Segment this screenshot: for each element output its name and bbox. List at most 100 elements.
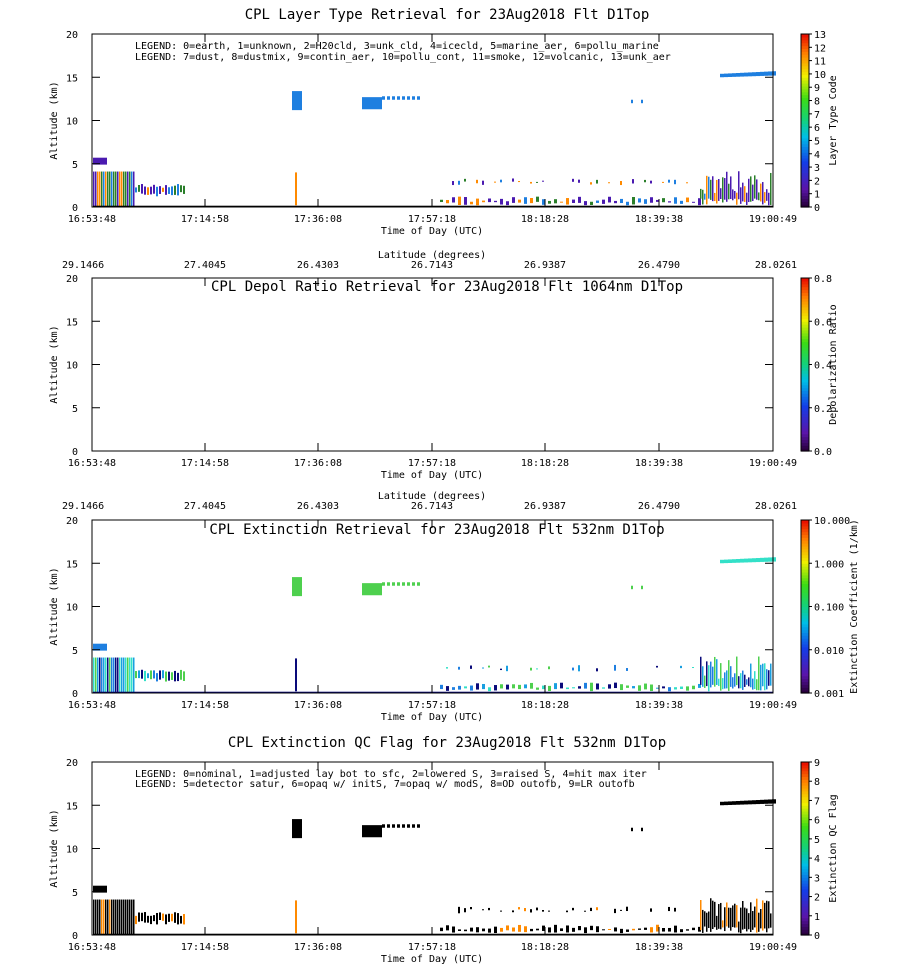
aerosol-patch	[650, 180, 652, 184]
aerosol-patch	[674, 687, 677, 690]
aerosol-patch	[578, 686, 581, 689]
aerosol-patch	[452, 197, 455, 203]
high-cloud-fragment	[397, 96, 400, 100]
aerosol-column	[754, 671, 756, 690]
aerosol-patch	[572, 687, 575, 689]
colorbar-label: Extinction Coefficient (1/km)	[849, 519, 860, 694]
colorbar-tick-label: 9	[814, 83, 820, 94]
aerosol-patch	[530, 928, 533, 932]
aerosol-patch	[482, 683, 485, 690]
cirrus	[740, 558, 744, 563]
cirrus	[760, 557, 764, 562]
aerosol-patch	[482, 200, 485, 203]
aerosol-column	[758, 912, 760, 932]
colorbar-tick-label: 1	[814, 912, 820, 923]
aerosol-column	[722, 678, 724, 690]
aerosol-patch	[141, 669, 143, 679]
top-tick-label: 29.1466	[62, 260, 104, 271]
x-tick-label: 18:39:38	[635, 214, 683, 225]
high-cloud-fragment	[417, 96, 420, 100]
aerosol-column	[131, 899, 133, 935]
aerosol-patch	[638, 198, 641, 203]
cirrus	[744, 558, 748, 563]
x-tick-label: 18:39:38	[635, 942, 683, 953]
colorbar	[800, 761, 812, 936]
aerosol-column	[103, 899, 105, 935]
cloud-fragment	[641, 585, 643, 590]
aerosol-column	[758, 656, 760, 691]
aerosol-patch	[162, 670, 164, 679]
aerosol-patch	[518, 924, 521, 932]
aerosol-patch	[150, 915, 152, 925]
aerosol-column	[716, 915, 718, 930]
aerosol-patch	[692, 685, 695, 690]
aerosol-column	[123, 171, 125, 207]
aerosol-column	[716, 659, 718, 685]
aerosol-patch	[560, 201, 563, 203]
aerosol-patch	[470, 665, 472, 669]
aerosol-patch	[153, 184, 155, 194]
aerosol-patch	[596, 926, 599, 933]
high-cloud-fragment	[412, 582, 415, 586]
aerosol-patch	[596, 668, 598, 672]
aerosol-patch	[530, 682, 533, 689]
aerosol-patch	[620, 198, 623, 204]
aerosol-patch	[506, 665, 508, 672]
cloud-fragment	[641, 99, 643, 104]
aerosol-column	[718, 904, 720, 929]
aerosol-patch	[141, 184, 143, 194]
aerosol-patch	[614, 927, 617, 932]
aerosol-column	[95, 899, 97, 935]
aerosol-patch	[180, 669, 182, 680]
high-cloud-fragment	[407, 824, 410, 828]
high-cloud	[292, 91, 302, 111]
top-tick-label: 27.4045	[184, 501, 226, 512]
aerosol-patch	[530, 181, 532, 184]
aerosol-patch	[668, 906, 670, 912]
aerosol-column	[708, 911, 710, 928]
aerosol-patch	[159, 912, 161, 921]
cirrus	[768, 71, 772, 76]
aerosol-patch	[180, 915, 182, 924]
aerosol-column	[99, 657, 101, 693]
aerosol-patch	[165, 914, 167, 925]
aerosol-patch	[572, 667, 574, 671]
aerosol-patch	[458, 685, 461, 690]
aerosol-column	[720, 663, 722, 691]
colorbar-tick-label: 0.8	[814, 274, 832, 285]
aerosol-patch	[141, 912, 143, 922]
aerosol-patch	[135, 671, 137, 679]
y-tick-label: 5	[72, 160, 78, 171]
aerosol-column	[119, 899, 121, 935]
aerosol-patch	[488, 928, 491, 933]
aerosol-column	[718, 678, 720, 687]
y-tick-label: 5	[72, 646, 78, 657]
aerosol-patch	[524, 684, 527, 689]
aerosol-column	[121, 171, 123, 207]
x-tick-label: 18:39:38	[635, 458, 683, 469]
aerosol-column	[119, 171, 121, 207]
aerosol-patch	[524, 926, 527, 933]
colorbar-tick-label: 0.100	[814, 603, 844, 614]
aerosol-patch	[458, 196, 461, 206]
aerosol-patch	[464, 686, 467, 689]
aerosol-patch	[626, 201, 629, 206]
aerosol-patch	[680, 665, 682, 669]
cirrus	[736, 73, 740, 77]
cirrus	[764, 557, 768, 562]
aerosol-column	[127, 657, 129, 693]
aerosol-column	[744, 674, 746, 687]
y-tick-label: 15	[66, 801, 78, 812]
aerosol-column	[123, 657, 125, 693]
aerosol-column	[129, 657, 131, 693]
aerosol-column	[109, 657, 111, 693]
high-cloud-fragment	[402, 582, 405, 586]
y-axis-label: Altitude (km)	[49, 81, 60, 159]
top-tick-label: 27.4045	[184, 260, 226, 271]
aerosol-patch	[602, 929, 605, 931]
aerosol-column	[724, 907, 726, 932]
aerosol-column	[125, 899, 127, 935]
aerosol-patch	[650, 197, 653, 203]
aerosol-patch	[530, 667, 532, 671]
aerosol-patch	[536, 907, 538, 911]
